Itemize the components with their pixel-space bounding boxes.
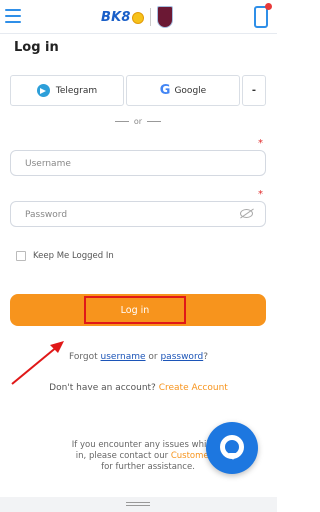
hide-password-icon[interactable] — [240, 209, 253, 218]
more-login-options-button[interactable]: - — [242, 75, 266, 106]
live-chat-button[interactable] — [206, 422, 258, 474]
telegram-label: Telegram — [55, 85, 98, 96]
forgot-username-link[interactable]: username — [101, 352, 146, 362]
drag-handle-icon[interactable] — [126, 502, 150, 506]
forgot-credentials-text: Forgot username or password? — [0, 352, 277, 362]
no-account-label: Don't have an account? — [49, 383, 159, 393]
divider-line-left — [114, 121, 129, 122]
forgot-prefix: Forgot — [69, 352, 101, 362]
menu-icon[interactable] — [5, 9, 21, 23]
login-button-label[interactable]: Log in — [84, 296, 186, 324]
annotation-arrow — [11, 341, 64, 385]
username-input[interactable] — [11, 152, 265, 176]
password-required-mark: * — [258, 189, 263, 200]
logo-dot-icon — [131, 12, 144, 24]
or-divider: or — [108, 117, 168, 126]
bk8-logo[interactable]: BK8 — [101, 5, 173, 29]
keep-logged-in-row[interactable]: Keep Me Logged In — [16, 251, 114, 261]
top-bar: BK8 — [0, 0, 277, 34]
logo-text: BK8 — [101, 9, 131, 25]
create-account-text: Don't have an account? Create Account — [0, 383, 277, 393]
page-title: Log in — [14, 40, 59, 55]
forgot-or-text: or — [145, 352, 161, 362]
forgot-password-link[interactable]: password — [160, 352, 203, 362]
password-input[interactable] — [11, 203, 265, 227]
keep-logged-in-label: Keep Me Logged In — [33, 251, 114, 261]
google-icon: G — [159, 83, 171, 98]
social-login-row: Telegram G Google - — [10, 75, 266, 106]
telegram-icon — [36, 84, 50, 97]
notification-badge — [265, 3, 272, 10]
username-required-mark: * — [258, 138, 263, 149]
support-line-2: in, please contact our — [75, 451, 171, 461]
password-field[interactable] — [10, 201, 266, 227]
create-account-link[interactable]: Create Account — [159, 383, 228, 393]
username-field[interactable] — [10, 150, 266, 176]
or-label: or — [133, 117, 143, 126]
telegram-login-button[interactable]: Telegram — [10, 75, 124, 106]
logo-separator — [149, 8, 151, 26]
google-label: Google — [174, 85, 207, 96]
bottom-bar — [0, 497, 277, 512]
google-login-button[interactable]: G Google — [126, 75, 240, 106]
chat-icon — [220, 435, 244, 460]
keep-logged-in-checkbox[interactable] — [16, 251, 26, 261]
club-crest-icon — [156, 6, 173, 28]
forgot-suffix: ? — [203, 352, 208, 362]
divider-line-right — [147, 121, 162, 122]
